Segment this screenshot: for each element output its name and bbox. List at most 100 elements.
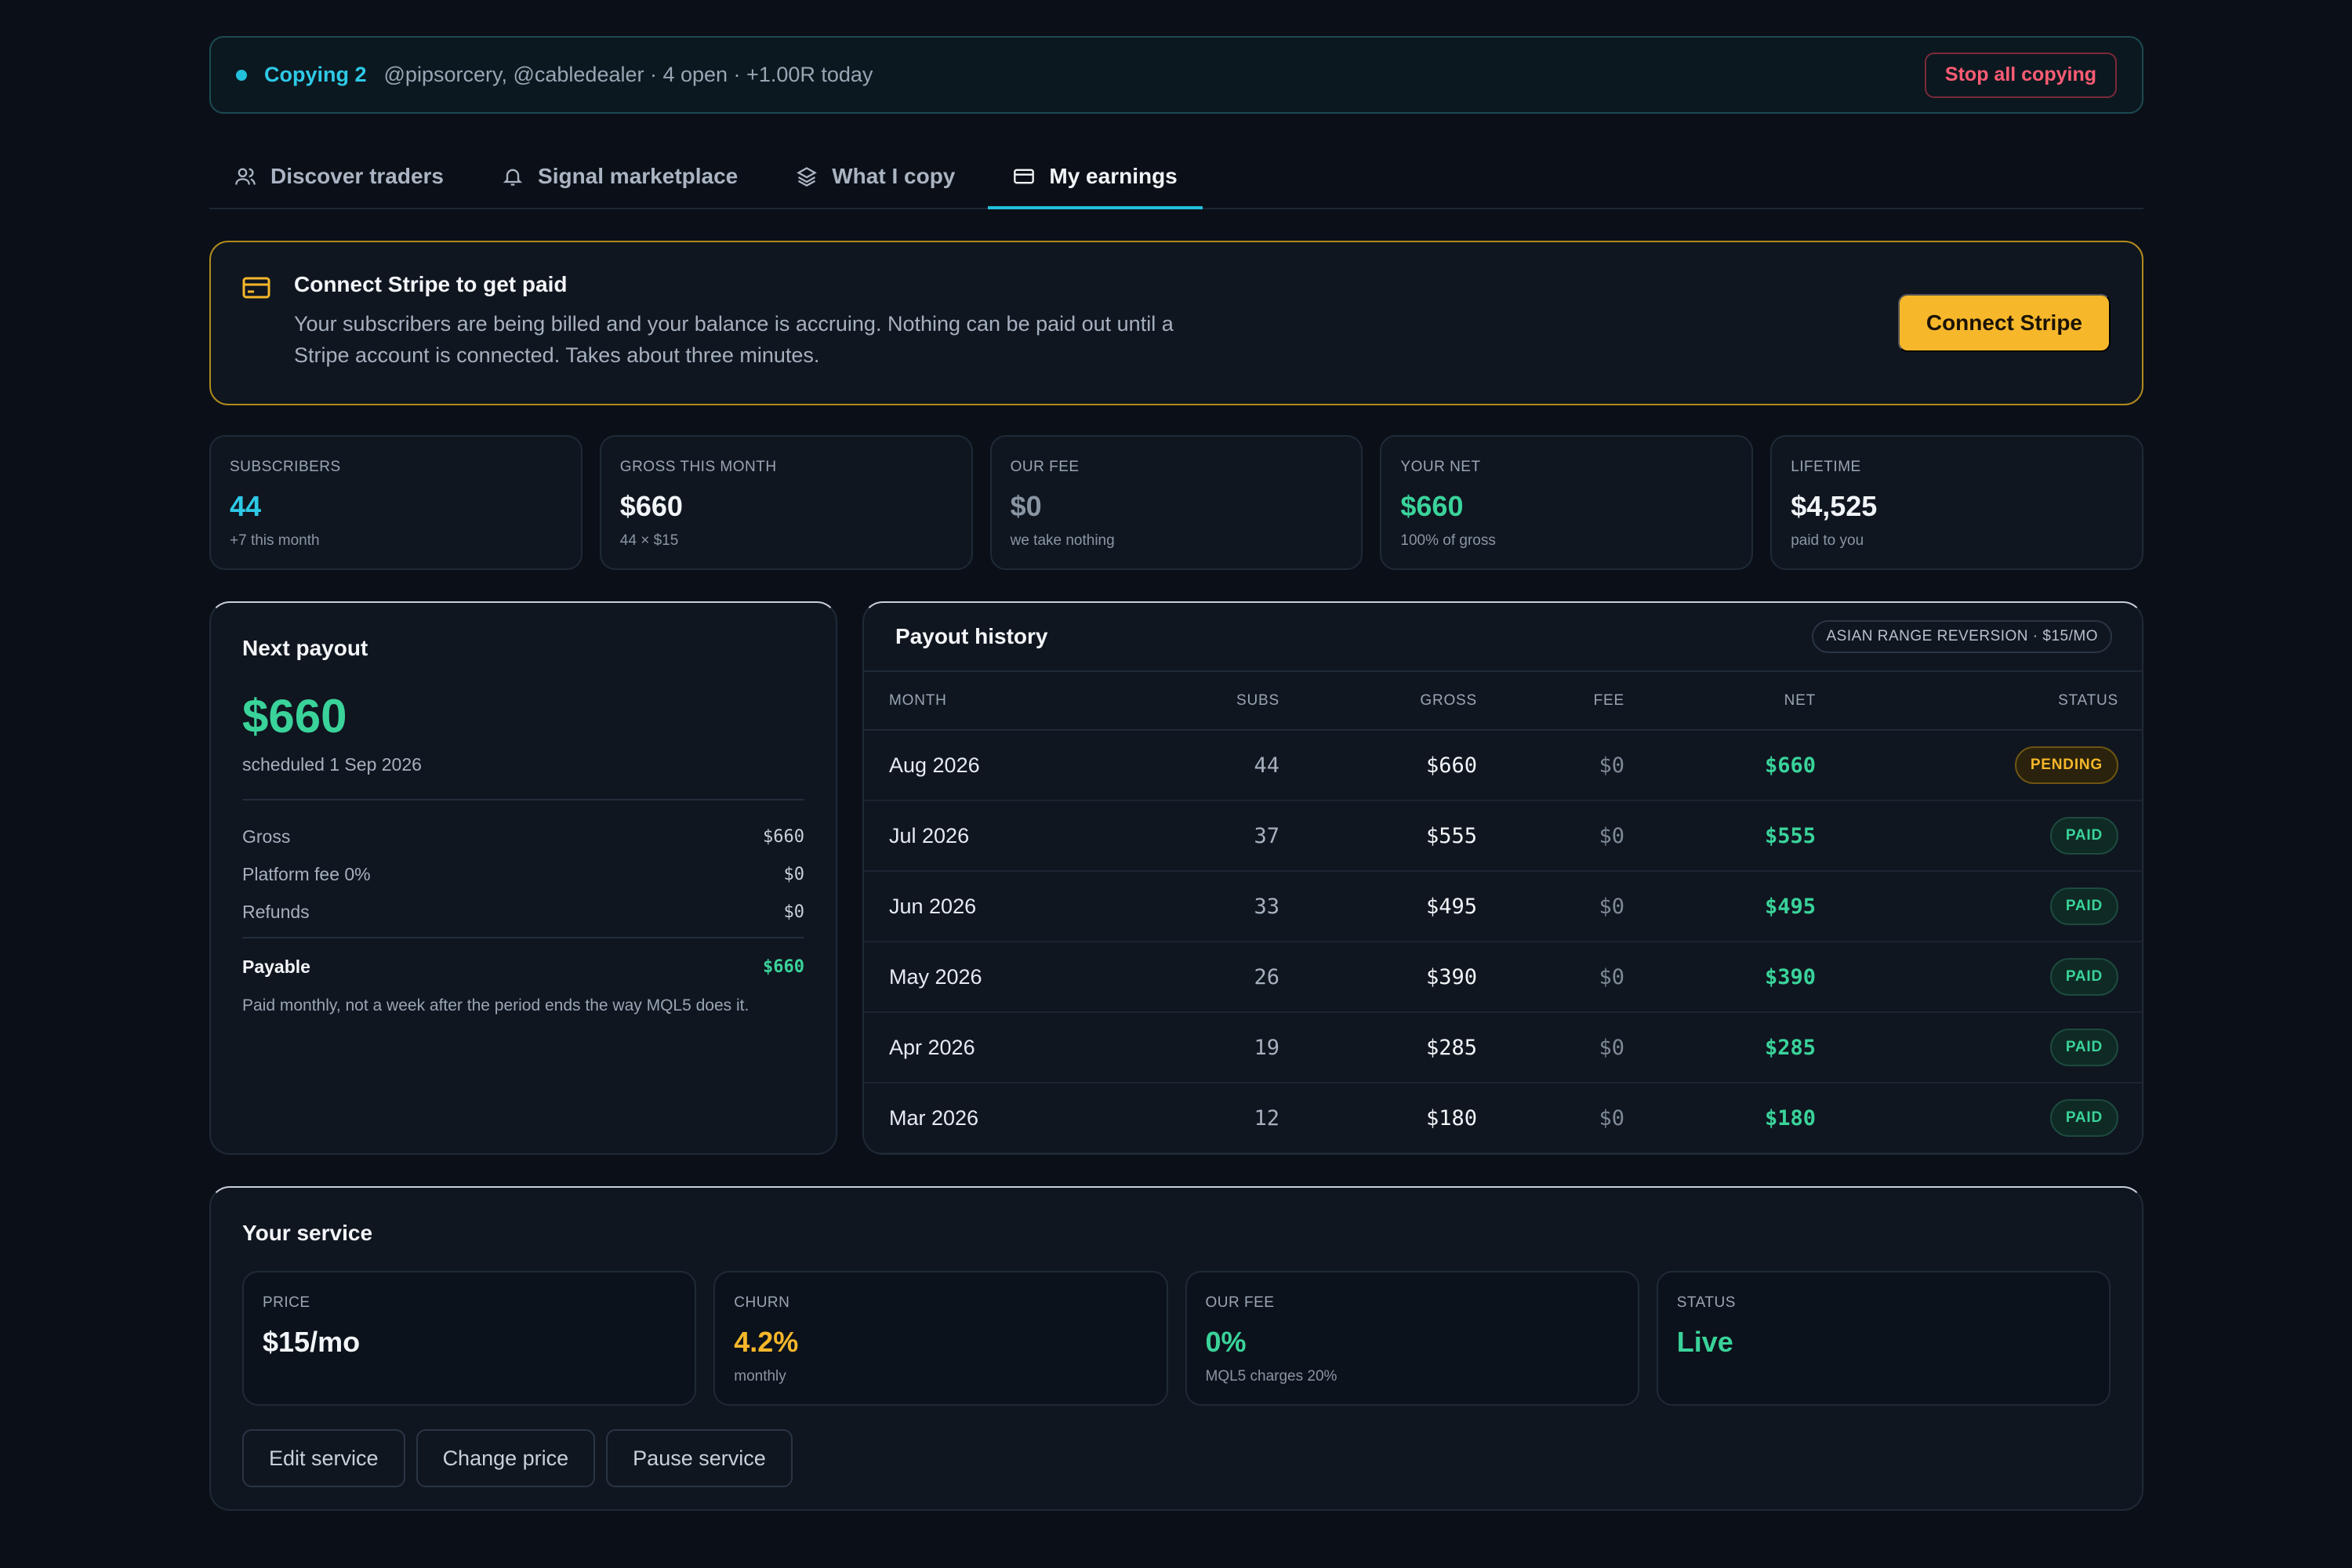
stat-sub: 44 × $15: [619, 532, 679, 549]
col-subs: SUBS: [1099, 672, 1279, 731]
svc-value: 4.2%: [734, 1326, 799, 1358]
credit-card-icon: [242, 277, 270, 299]
stat-value: $660: [1400, 490, 1464, 522]
stat-value: $0: [1010, 490, 1042, 522]
divider: [242, 799, 804, 800]
change-price-button[interactable]: Change price: [416, 1429, 596, 1487]
users-icon: [235, 168, 256, 185]
tab-label: My earnings: [1049, 164, 1178, 188]
cell-gross: $285: [1279, 1012, 1477, 1083]
cell-subs: 12: [1099, 1083, 1279, 1153]
cell-month: Aug 2026: [864, 730, 1099, 801]
cell-month: Mar 2026: [864, 1083, 1099, 1153]
stat-card-your-net: YOUR NET $660 100% of gross: [1380, 435, 1754, 570]
stat-card-subscribers: SUBSCRIBERS 44 +7 this month: [209, 435, 583, 570]
breakdown-label: Gross: [242, 826, 291, 847]
stat-sub: +7 this month: [230, 532, 320, 549]
table-row: Mar 2026 12 $180 $0 $180 PAID: [864, 1083, 2142, 1153]
stop-all-copying-button[interactable]: Stop all copying: [1924, 52, 2117, 98]
payout-history-title: Payout history: [895, 624, 1048, 648]
cell-net: $180: [1624, 1083, 1816, 1153]
cell-fee: $0: [1477, 800, 1624, 872]
cell-fee: $0: [1477, 942, 1624, 1013]
stat-value: $4,525: [1791, 490, 1878, 522]
tab-label: Discover traders: [270, 164, 445, 188]
col-fee: FEE: [1477, 672, 1624, 731]
service-card-our-fee: OUR FEE 0% MQL5 charges 20%: [1185, 1271, 1639, 1406]
layers-icon: [797, 167, 818, 187]
status-badge: PAID: [2049, 817, 2118, 855]
connect-stripe-banner: Connect Stripe to get paid Your subscrib…: [209, 241, 2143, 405]
banner-body: Your subscribers are being billed and yo…: [294, 312, 1174, 367]
service-card-price: PRICE $15/mo: [242, 1271, 697, 1406]
tab-label: Signal marketplace: [538, 164, 739, 188]
svc-label: CHURN: [734, 1294, 790, 1311]
divider: [242, 937, 804, 938]
stat-label: SUBSCRIBERS: [230, 459, 341, 475]
stat-value: $660: [619, 490, 683, 522]
payable-label: Payable: [242, 956, 310, 977]
breakdown-value: $660: [763, 826, 804, 847]
copy-count-label: Copying 2: [264, 63, 367, 86]
status-badge: PENDING: [2014, 746, 2118, 784]
tab-my-earnings[interactable]: My earnings: [988, 145, 1203, 209]
copy-detail-text: @pipsorcery, @cabledealer · 4 open · +1.…: [383, 63, 873, 86]
breakdown-value: $0: [783, 864, 805, 884]
svc-sub: monthly: [734, 1368, 786, 1385]
table-row: May 2026 26 $390 $0 $390 PAID: [864, 942, 2142, 1013]
svc-label: OUR FEE: [1205, 1294, 1275, 1311]
breakdown-row-refunds: Refunds $0: [242, 893, 804, 931]
cell-subs: 33: [1099, 871, 1279, 942]
breakdown-row-fee: Platform fee 0% $0: [242, 855, 804, 893]
cell-gross: $555: [1279, 800, 1477, 872]
next-payout-scheduled: scheduled 1 Sep 2026: [242, 754, 422, 775]
tab-label: What I copy: [832, 164, 956, 188]
cell-gross: $660: [1279, 730, 1477, 801]
cell-net: $390: [1624, 942, 1816, 1013]
cell-month: Jun 2026: [864, 871, 1099, 942]
banner-title: Connect Stripe to get paid: [294, 272, 568, 296]
table-row: Aug 2026 44 $660 $0 $660 PENDING: [864, 730, 2142, 801]
table-row: Jun 2026 33 $495 $0 $495 PAID: [864, 871, 2142, 942]
tab-bar: Discover traders Signal marketplace What…: [209, 114, 2143, 209]
status-badge: PAID: [2049, 1099, 2118, 1137]
tab-discover-traders[interactable]: Discover traders: [209, 145, 469, 208]
edit-service-button[interactable]: Edit service: [242, 1429, 405, 1487]
col-month: MONTH: [864, 672, 1099, 731]
your-service-card: Your service PRICE $15/mo CHURN 4.2% mon…: [209, 1186, 2143, 1511]
cell-net: $555: [1624, 800, 1816, 872]
table-row: Apr 2026 19 $285 $0 $285 PAID: [864, 1012, 2142, 1083]
tab-signal-marketplace[interactable]: Signal marketplace: [477, 145, 763, 208]
cell-status: PAID: [1816, 942, 2142, 1013]
stat-card-our-fee: OUR FEE $0 we take nothing: [989, 435, 1363, 570]
svc-value: Live: [1676, 1326, 1733, 1358]
stat-value: 44: [230, 490, 262, 522]
live-dot-icon: [236, 69, 247, 81]
cell-fee: $0: [1477, 1012, 1624, 1083]
connect-stripe-button[interactable]: Connect Stripe: [1897, 294, 2111, 352]
stat-sub: 100% of gross: [1400, 532, 1496, 549]
cell-gross: $390: [1279, 942, 1477, 1013]
svc-sub: MQL5 charges 20%: [1205, 1368, 1338, 1385]
next-payout-amount: $660: [242, 690, 347, 742]
cell-net: $660: [1624, 730, 1816, 801]
breakdown-row-gross: Gross $660: [242, 818, 804, 855]
table-row: Jul 2026 37 $555 $0 $555 PAID: [864, 800, 2142, 872]
cell-fee: $0: [1477, 871, 1624, 942]
status-badge: PAID: [2049, 958, 2118, 996]
service-pill: ASIAN RANGE REVERSION · $15/MO: [1812, 620, 2112, 653]
tab-what-i-copy[interactable]: What I copy: [771, 145, 980, 208]
cell-month: Apr 2026: [864, 1012, 1099, 1083]
pause-service-button[interactable]: Pause service: [606, 1429, 793, 1487]
col-status: STATUS: [1816, 672, 2142, 731]
cell-subs: 37: [1099, 800, 1279, 872]
your-service-title: Your service: [242, 1221, 373, 1245]
cell-month: Jul 2026: [864, 800, 1099, 872]
svc-label: PRICE: [263, 1294, 310, 1311]
svc-value: 0%: [1205, 1326, 1247, 1358]
copy-status-bar: Copying 2 @pipsorcery, @cabledealer · 4 …: [209, 36, 2143, 114]
stat-sub: paid to you: [1791, 532, 1864, 549]
cell-status: PAID: [1816, 1083, 2142, 1153]
payable-value: $660: [763, 956, 804, 977]
next-payout-card: Next payout $660 scheduled 1 Sep 2026 Gr…: [209, 601, 837, 1155]
